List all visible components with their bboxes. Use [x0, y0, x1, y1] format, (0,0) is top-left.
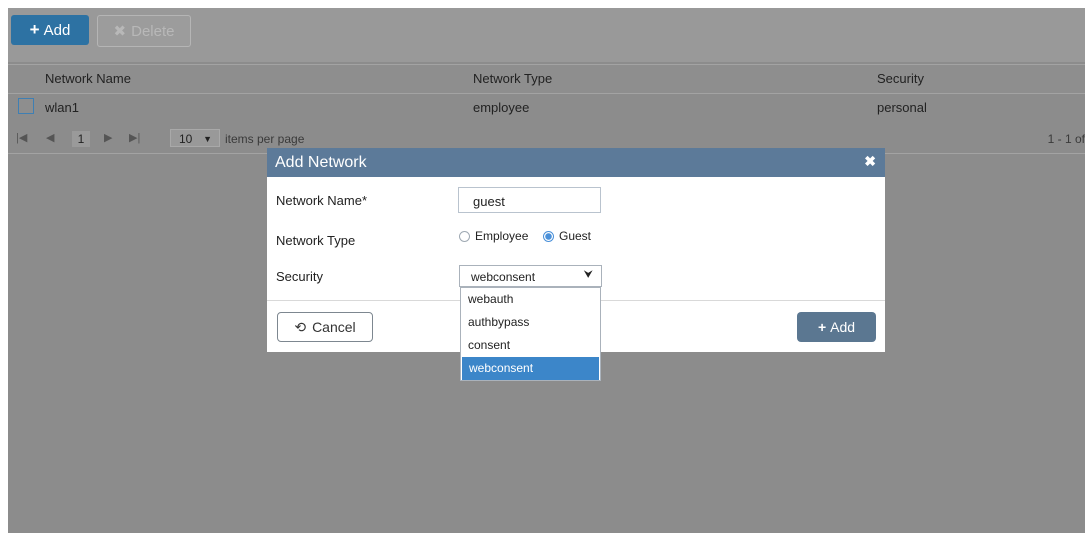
close-icon[interactable]: ✖ [864, 153, 876, 170]
chevron-down-icon: ⮟ [583, 269, 593, 281]
first-page-icon[interactable]: |◀ [16, 131, 27, 144]
delete-button[interactable]: ✖ Delete [97, 15, 191, 47]
table-row[interactable]: wlan1 employee personal [8, 94, 1085, 120]
prev-page-icon[interactable]: ◀ [46, 131, 54, 144]
cancel-button-label: Cancel [312, 319, 356, 335]
row-checkbox[interactable] [18, 98, 34, 114]
plus-icon: + [817, 319, 827, 335]
column-header-security[interactable]: Security [877, 71, 924, 86]
per-page-label: items per page [225, 132, 305, 146]
add-button[interactable]: + Add [11, 15, 89, 45]
option-consent[interactable]: consent [461, 334, 600, 357]
dialog-header: Add Network ✖ [267, 148, 885, 177]
current-page: 1 [72, 131, 90, 147]
cancel-button[interactable]: ⟲ Cancel [277, 312, 373, 342]
dialog-add-button[interactable]: + Add [797, 312, 876, 342]
undo-icon: ⟲ [294, 318, 307, 335]
network-type-label: Network Type [276, 233, 356, 248]
per-page-value: 10 [179, 132, 193, 146]
radio-guest-label: Guest [559, 229, 592, 243]
option-webconsent[interactable]: webconsent [462, 357, 599, 380]
radio-guest-icon[interactable] [543, 230, 554, 242]
option-webauth[interactable]: webauth [461, 288, 600, 311]
security-select[interactable]: webconsent ⮟ [459, 265, 602, 287]
network-name-input[interactable]: guest [458, 187, 601, 213]
page-range: 1 - 1 of [1047, 132, 1085, 146]
column-header-network-name[interactable]: Network Name [45, 71, 131, 86]
security-select-value: webconsent [471, 270, 536, 284]
next-page-icon[interactable]: ▶ [104, 131, 112, 144]
cell-network-type: employee [473, 100, 530, 115]
option-authbypass[interactable]: authbypass [461, 311, 600, 334]
table-header: Network Name Network Type Security [8, 64, 1085, 94]
radio-guest[interactable]: Guest [543, 229, 591, 243]
plus-icon: + [29, 20, 40, 39]
radio-employee-icon[interactable] [459, 230, 470, 242]
delete-button-label: Delete [131, 22, 175, 40]
network-name-label: Network Name* [276, 193, 368, 208]
radio-employee-label: Employee [475, 229, 529, 243]
dialog-title: Add Network [275, 154, 367, 171]
security-dropdown-list: webauth authbypass consent webconsent [460, 287, 601, 381]
chevron-down-icon: ▼ [203, 134, 212, 144]
last-page-icon[interactable]: ▶| [129, 131, 140, 144]
cell-network-name: wlan1 [45, 100, 79, 115]
radio-employee[interactable]: Employee [459, 229, 528, 243]
cell-security: personal [877, 100, 927, 115]
add-button-label: Add [43, 21, 71, 39]
column-header-network-type[interactable]: Network Type [473, 71, 552, 86]
toolbar: + Add ✖ Delete [8, 8, 1085, 62]
security-label: Security [276, 269, 323, 284]
close-icon: ✖ [113, 23, 127, 40]
dialog-add-label: Add [830, 319, 856, 335]
per-page-select[interactable]: 10 ▼ [170, 129, 220, 147]
